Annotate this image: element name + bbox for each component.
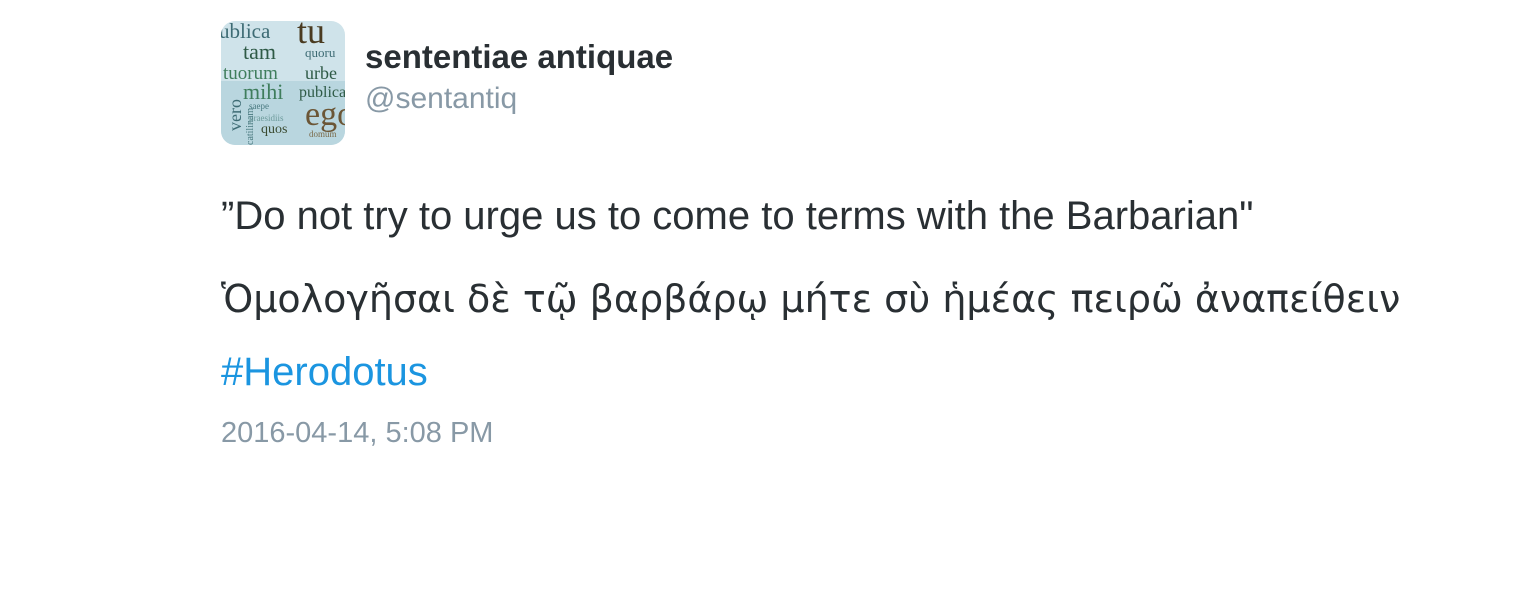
avatar-word-15: domum <box>309 129 337 139</box>
avatar-word-cloud: ublica tu tam quoru tuorum urbe mihi pub… <box>221 21 345 145</box>
author-display-name[interactable]: sententiae antiquae <box>365 37 673 77</box>
author-handle[interactable]: @sentantiq <box>365 79 673 119</box>
tweet-text-english: ”Do not try to urge us to come to terms … <box>221 194 1254 238</box>
avatar-word-13: catilinam <box>245 108 256 145</box>
avatar[interactable]: ublica tu tam quoru tuorum urbe mihi pub… <box>221 21 345 145</box>
author-names: sententiae antiquae @sentantiq <box>365 37 673 119</box>
tweet-body: ”Do not try to urge us to come to terms … <box>221 186 1421 332</box>
avatar-word-6: urbe <box>305 63 337 83</box>
tweet-text-greek: Ὁμολογῆσαι δὲ τῷ βαρβάρῳ μήτε σὺ ἡμέας π… <box>221 277 1401 321</box>
tweet-header: ublica tu tam quoru tuorum urbe mihi pub… <box>221 20 1421 146</box>
avatar-word-10: vero <box>225 99 245 131</box>
avatar-word-3: tam <box>243 39 276 64</box>
tweet-card: ublica tu tam quoru tuorum urbe mihi pub… <box>221 20 1421 450</box>
avatar-word-14: quos <box>261 122 287 137</box>
avatar-word-4: quoru <box>305 45 336 60</box>
tweet-timestamp[interactable]: 2016-04-14, 5:08 PM <box>221 416 1421 450</box>
hashtag-link[interactable]: #Herodotus <box>221 346 428 398</box>
avatar-word-9: ego <box>305 96 345 133</box>
